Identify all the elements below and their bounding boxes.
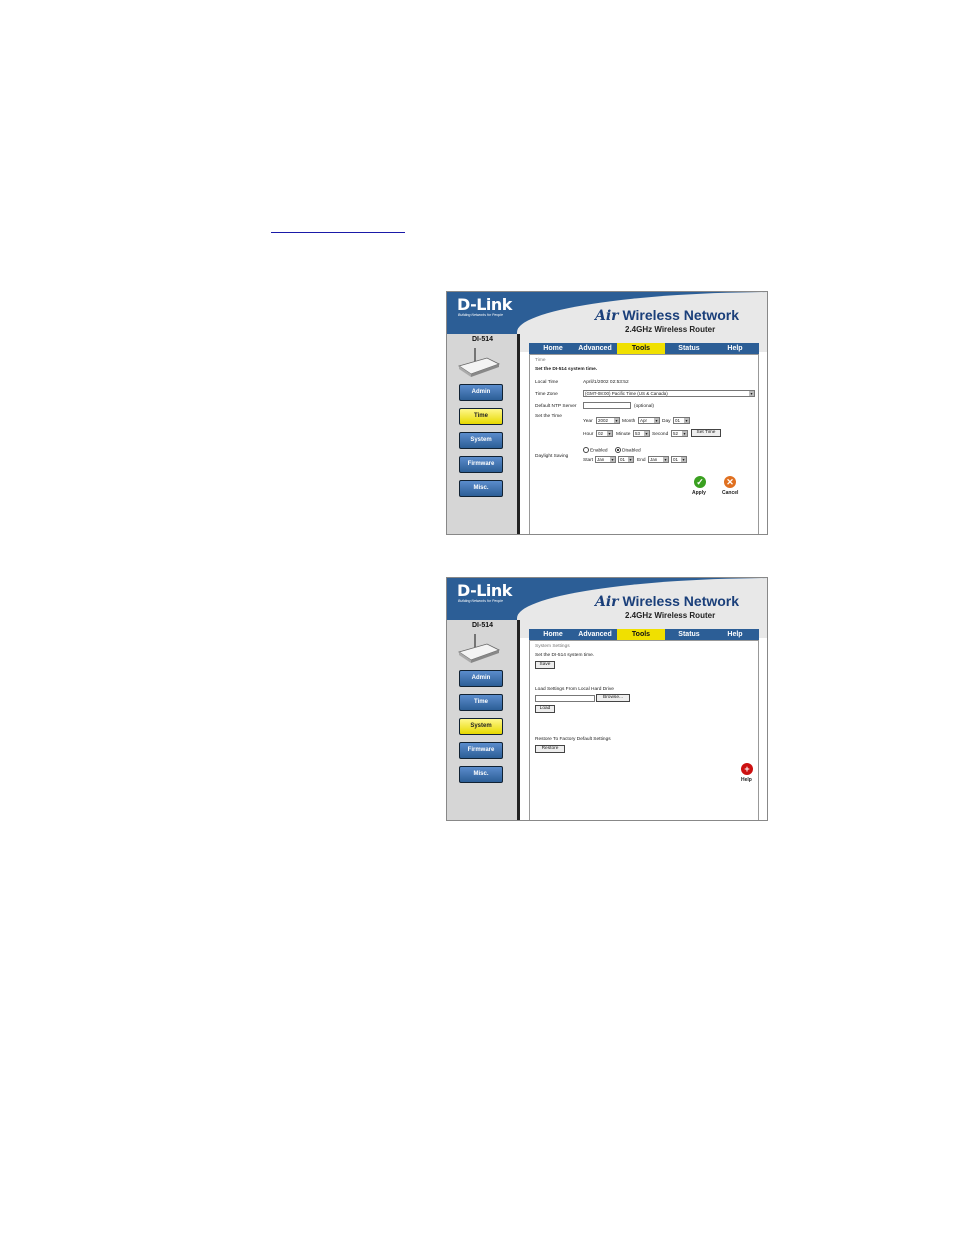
tab-help[interactable]: Help bbox=[715, 343, 755, 354]
save-button[interactable]: Save bbox=[535, 661, 555, 669]
nav-misc[interactable]: Misc. bbox=[459, 480, 503, 497]
nav-system[interactable]: System bbox=[459, 718, 503, 735]
dlink-logo: D-Link bbox=[457, 581, 512, 600]
apply-check-icon[interactable]: ✓ bbox=[694, 476, 706, 488]
year-label: Year bbox=[583, 419, 593, 424]
second-label: Second bbox=[652, 432, 669, 437]
local-time-value: April/1/2002 02:53:52 bbox=[583, 380, 629, 385]
tab-advanced[interactable]: Advanced bbox=[575, 343, 615, 354]
browse-button[interactable]: Browse... bbox=[596, 694, 630, 702]
end-month-select[interactable]: Jan bbox=[648, 456, 669, 463]
radio-enabled[interactable] bbox=[583, 447, 589, 453]
header-banner: D-Link Building Networks for People Air … bbox=[447, 292, 767, 352]
dst-label: Daylight Saving bbox=[535, 454, 569, 459]
nav-system[interactable]: System bbox=[459, 432, 503, 449]
end-label: End bbox=[637, 458, 646, 463]
logo-tagline: Building Networks for People bbox=[458, 599, 503, 603]
nav-time[interactable]: Time bbox=[459, 694, 503, 711]
router-icon bbox=[458, 634, 501, 663]
help-label[interactable]: Help bbox=[741, 777, 752, 783]
nav-time[interactable]: Time bbox=[459, 408, 503, 425]
set-time-label: Set the Time bbox=[535, 414, 562, 419]
header-banner: D-Link Building Networks for People Air … bbox=[447, 578, 767, 638]
load-text: Load Settings From Local Hard Drive bbox=[535, 687, 614, 692]
second-select[interactable]: 52 bbox=[671, 430, 688, 437]
apply-label[interactable]: Apply bbox=[692, 490, 706, 496]
tab-bar: Home Advanced Tools Status Help bbox=[529, 629, 759, 640]
dst-disabled[interactable]: Disabled bbox=[615, 447, 641, 453]
nav-firmware[interactable]: Firmware bbox=[459, 456, 503, 473]
sidebar: DI-514 Admin Time System Firmware Misc. bbox=[447, 334, 520, 534]
nav-admin[interactable]: Admin bbox=[459, 670, 503, 687]
tab-home[interactable]: Home bbox=[535, 343, 571, 354]
brand-subtitle: 2.4GHz Wireless Router bbox=[625, 611, 716, 620]
restore-button[interactable]: Restore bbox=[535, 745, 565, 753]
time-screenshot: D-Link Building Networks for People Air … bbox=[446, 291, 768, 535]
ntp-server-input[interactable] bbox=[583, 402, 631, 409]
help-plus-icon[interactable]: + bbox=[741, 763, 753, 775]
section-title: Time bbox=[535, 358, 546, 363]
ntp-label: Default NTP Server bbox=[535, 404, 577, 409]
tab-tools[interactable]: Tools bbox=[617, 343, 665, 354]
dst-enabled[interactable]: Enabled bbox=[583, 447, 608, 453]
tab-status[interactable]: Status bbox=[669, 343, 709, 354]
year-select[interactable]: 2002 bbox=[596, 417, 620, 424]
start-label: Start bbox=[583, 458, 594, 463]
section-title: System Settings bbox=[535, 644, 570, 649]
file-path-input[interactable] bbox=[535, 695, 595, 702]
end-day-select[interactable]: 01 bbox=[671, 456, 687, 463]
system-screenshot: D-Link Building Networks for People Air … bbox=[446, 577, 768, 821]
brand-subtitle: 2.4GHz Wireless Router bbox=[625, 325, 716, 334]
hour-select[interactable]: 02 bbox=[596, 430, 613, 437]
brand-title: Air Wireless Network bbox=[595, 307, 740, 324]
panel-heading: Set the DI-514 system time. bbox=[535, 367, 598, 372]
load-button[interactable]: Load bbox=[535, 705, 555, 713]
start-day-select[interactable]: 01 bbox=[618, 456, 634, 463]
minute-select[interactable]: 53 bbox=[633, 430, 650, 437]
dlink-logo: D-Link bbox=[457, 295, 512, 314]
tab-advanced[interactable]: Advanced bbox=[575, 629, 615, 640]
restore-text: Restore To Factory Default Settings bbox=[535, 737, 611, 742]
router-icon bbox=[458, 348, 501, 377]
brand-title: Air Wireless Network bbox=[595, 593, 740, 610]
time-zone-label: Time Zone bbox=[535, 392, 558, 397]
set-time-button[interactable]: Set Time bbox=[691, 429, 721, 437]
radio-disabled[interactable] bbox=[615, 447, 621, 453]
hour-label: Hour bbox=[583, 432, 594, 437]
document-link-underline[interactable] bbox=[271, 224, 405, 233]
tab-tools[interactable]: Tools bbox=[617, 629, 665, 640]
tab-help[interactable]: Help bbox=[715, 629, 755, 640]
day-label: Day bbox=[662, 419, 671, 424]
start-month-select[interactable]: Jan bbox=[595, 456, 616, 463]
cancel-label[interactable]: Cancel bbox=[722, 490, 738, 496]
nav-admin[interactable]: Admin bbox=[459, 384, 503, 401]
tab-status[interactable]: Status bbox=[669, 629, 709, 640]
model-label: DI-514 bbox=[472, 622, 494, 629]
day-select[interactable]: 01 bbox=[673, 417, 690, 424]
ntp-optional: (optional) bbox=[634, 404, 654, 409]
model-label: DI-514 bbox=[472, 336, 494, 343]
minute-label: Minute bbox=[616, 432, 631, 437]
month-select[interactable]: Apr bbox=[638, 417, 660, 424]
logo-tagline: Building Networks for People bbox=[458, 313, 503, 317]
sidebar: DI-514 Admin Time System Firmware Misc. bbox=[447, 620, 520, 820]
tab-bar: Home Advanced Tools Status Help bbox=[529, 343, 759, 354]
tab-home[interactable]: Home bbox=[535, 629, 571, 640]
save-text: Set the DI-514 system time. bbox=[535, 653, 595, 658]
system-panel: System Settings Set the DI-514 system ti… bbox=[529, 640, 759, 820]
cancel-x-icon[interactable]: ✕ bbox=[724, 476, 736, 488]
local-time-label: Local Time bbox=[535, 380, 559, 385]
nav-firmware[interactable]: Firmware bbox=[459, 742, 503, 759]
month-label: Month bbox=[622, 419, 636, 424]
nav-misc[interactable]: Misc. bbox=[459, 766, 503, 783]
time-panel: Time Set the DI-514 system time. Local T… bbox=[529, 354, 759, 534]
time-zone-select[interactable]: (GMT-08:00) Pacific Time (US & Canada) bbox=[583, 390, 755, 397]
